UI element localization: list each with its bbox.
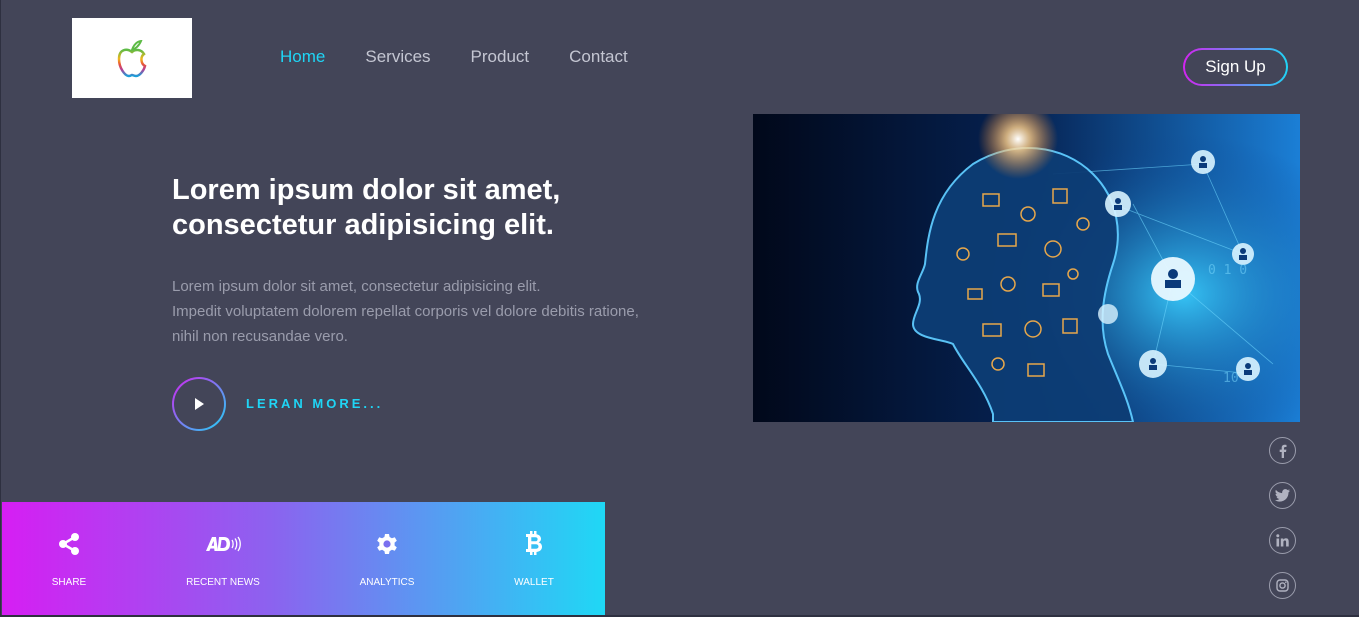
feature-bar: SHARE RECENT NEWS ANALYTICS WALLET bbox=[2, 502, 605, 615]
feature-label: ANALYTICS bbox=[359, 577, 415, 588]
gear-icon bbox=[377, 534, 397, 554]
feature-wallet[interactable]: WALLET bbox=[474, 530, 594, 588]
feature-label: SHARE bbox=[51, 577, 87, 588]
facebook-icon bbox=[1279, 444, 1286, 458]
nav-product[interactable]: Product bbox=[471, 47, 530, 67]
hero-text-line: Lorem ipsum dolor sit amet, consectetur … bbox=[172, 278, 541, 295]
hero-description: Lorem ipsum dolor sit amet, consectetur … bbox=[172, 274, 672, 349]
nav-home[interactable]: Home bbox=[280, 47, 325, 67]
share-icon bbox=[59, 533, 79, 555]
linkedin-link[interactable] bbox=[1269, 527, 1296, 554]
main-nav: Home Services Product Contact bbox=[280, 47, 628, 67]
feature-analytics[interactable]: ANALYTICS bbox=[327, 530, 447, 588]
hero-text-line: nihil non recusandae vero. bbox=[172, 328, 348, 345]
twitter-icon bbox=[1275, 489, 1290, 502]
instagram-icon bbox=[1276, 579, 1289, 592]
feature-label: WALLET bbox=[514, 577, 554, 588]
hero-title-line: consectetur adipisicing elit. bbox=[172, 209, 554, 241]
logo[interactable] bbox=[72, 18, 192, 98]
apple-logo-icon bbox=[117, 39, 147, 78]
ai-head-image: 0 1 0 10 bbox=[753, 114, 1300, 422]
twitter-link[interactable] bbox=[1269, 482, 1296, 509]
signup-label: Sign Up bbox=[1185, 50, 1286, 84]
play-button[interactable] bbox=[172, 377, 226, 431]
linkedin-icon bbox=[1276, 534, 1289, 547]
bitcoin-icon bbox=[526, 531, 542, 555]
play-icon bbox=[195, 398, 204, 410]
hero-title-line: Lorem ipsum dolor sit amet, bbox=[172, 174, 561, 206]
hero-text-line: Impedit voluptatem dolorem repellat corp… bbox=[172, 303, 639, 320]
nav-contact[interactable]: Contact bbox=[569, 47, 628, 67]
signup-button[interactable]: Sign Up bbox=[1183, 48, 1288, 86]
facebook-link[interactable] bbox=[1269, 437, 1296, 464]
audio-description-icon bbox=[206, 536, 241, 552]
svg-text:10: 10 bbox=[1223, 371, 1239, 386]
feature-label: RECENT NEWS bbox=[186, 577, 260, 588]
feature-share[interactable]: SHARE bbox=[9, 530, 129, 588]
learn-more-link[interactable]: LERAN MORE... bbox=[246, 396, 383, 411]
feature-recent-news[interactable]: RECENT NEWS bbox=[163, 530, 283, 588]
instagram-link[interactable] bbox=[1269, 572, 1296, 599]
hero-title: Lorem ipsum dolor sit amet, consectetur … bbox=[172, 173, 652, 243]
svg-text:0 1 0: 0 1 0 bbox=[1208, 263, 1247, 278]
nav-services[interactable]: Services bbox=[365, 47, 430, 67]
